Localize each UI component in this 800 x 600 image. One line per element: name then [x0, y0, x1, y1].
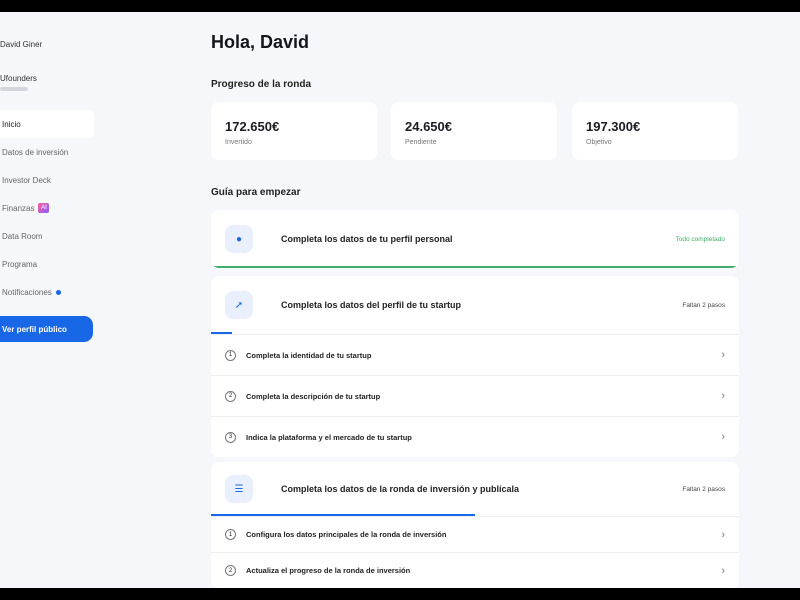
list-icon: ☰ — [225, 475, 253, 503]
stat-card-target: 197.300€ Objetivo — [572, 102, 738, 160]
app-screen: David Giner Ufounders Inicio Datos de in… — [0, 12, 800, 588]
sidebar-item-datos-inversion[interactable]: Datos de inversión — [0, 138, 94, 166]
step-label: Completa la identidad de tu startup — [246, 350, 372, 360]
chevron-right-icon: › — [721, 349, 725, 361]
sidebar-item-data-room[interactable]: Data Room — [0, 222, 94, 250]
card-title: Completa los datos de tu perfil personal — [281, 234, 453, 244]
card-status: Faltan 2 pasos — [682, 301, 725, 309]
chevron-right-icon: › — [721, 390, 725, 402]
step-row[interactable]: 2 Actualiza el progreso de la ronda de in… — [211, 552, 739, 588]
guide-card-round: ☰ Completa los datos de la ronda de inver… — [211, 462, 739, 588]
sidebar-item-label: Programa — [2, 259, 38, 269]
step-label: Configura los datos principales de la ro… — [246, 530, 447, 539]
sidebar-item-label: Investor Deck — [2, 175, 51, 185]
sidebar-item-label: Finanzas — [2, 203, 35, 213]
notification-dot-icon — [55, 289, 61, 295]
sidebar-nav: Inicio Datos de inversión Investor Deck … — [0, 110, 94, 306]
step-number: 1 — [225, 349, 236, 361]
chevron-right-icon: › — [721, 431, 725, 443]
stat-value: 197.300€ — [586, 119, 641, 134]
progress-title: Progreso de la ronda — [211, 79, 312, 90]
card-header[interactable]: ➚ Completa los datos del perfil de tu sta… — [211, 276, 739, 334]
step-row[interactable]: 2 Completa la descripción de tu startup › — [211, 375, 739, 416]
stat-label: Objetivo — [586, 139, 612, 146]
sidebar-item-programa[interactable]: Programa — [0, 250, 94, 278]
guide-title: Guía para empezar — [211, 187, 301, 198]
chevron-right-icon: › — [721, 564, 725, 577]
card-title: Completa los datos del perfil de tu star… — [281, 300, 462, 310]
step-number: 3 — [225, 431, 236, 443]
stat-card-pending: 24.650€ Pendiente — [391, 102, 557, 160]
stat-value: 24.650€ — [405, 119, 452, 134]
chevron-right-icon: › — [721, 528, 725, 541]
sidebar-item-finanzas[interactable]: Finanzas AI — [0, 194, 94, 222]
card-progress-bar — [211, 266, 739, 268]
ai-badge-icon: AI — [38, 203, 50, 213]
stat-value: 172.650€ — [225, 119, 280, 134]
step-label: Completa la descripción de tu startup — [246, 391, 381, 401]
sidebar-item-label: Data Room — [2, 231, 43, 241]
card-header[interactable]: ☰ Completa los datos de la ronda de inver… — [211, 462, 739, 516]
guide-card-startup: ➚ Completa los datos del perfil de tu sta… — [211, 276, 739, 457]
sidebar-item-inicio[interactable]: Inicio — [0, 110, 94, 138]
rocket-icon: ➚ — [225, 291, 253, 319]
user-name[interactable]: David Giner — [0, 40, 42, 49]
step-label: Actualiza el progreso de la ronda de inv… — [246, 566, 411, 575]
card-progress-bar — [211, 514, 475, 516]
org-subtitle — [0, 87, 28, 91]
stat-card-invested: 172.650€ Invertido — [211, 102, 377, 160]
step-number: 1 — [225, 529, 236, 540]
step-label: Indica la plataforma y el mercado de tu … — [246, 432, 412, 442]
sidebar: David Giner Ufounders Inicio Datos de in… — [0, 12, 200, 588]
card-status: Todo completado — [675, 235, 725, 243]
stat-label: Pendiente — [405, 139, 437, 146]
sidebar-item-label: Inicio — [2, 119, 21, 129]
step-row[interactable]: 1 Configura los datos principales de la r… — [211, 516, 739, 552]
sidebar-item-notificaciones[interactable]: Notificaciones — [0, 278, 94, 306]
sidebar-item-investor-deck[interactable]: Investor Deck — [0, 166, 94, 194]
card-status: Faltan 2 pasos — [682, 485, 725, 493]
step-number: 2 — [225, 390, 236, 402]
step-number: 2 — [225, 565, 236, 576]
guide-card-personal[interactable]: ● Completa los datos de tu perfil persona… — [211, 210, 739, 268]
org-name[interactable]: Ufounders — [0, 74, 37, 83]
sidebar-item-label: Notificaciones — [2, 287, 52, 297]
view-public-profile-button[interactable]: Ver perfil público — [0, 316, 93, 342]
stat-label: Invertido — [225, 139, 252, 146]
sidebar-item-label: Datos de inversión — [2, 147, 69, 157]
user-circle-icon: ● — [225, 225, 253, 253]
card-title: Completa los datos de la ronda de invers… — [281, 484, 520, 494]
step-row[interactable]: 1 Completa la identidad de tu startup › — [211, 334, 739, 375]
step-row[interactable]: 3 Indica la plataforma y el mercado de tu… — [211, 416, 739, 457]
card-progress-bar — [211, 332, 233, 334]
page-title: Hola, David — [211, 32, 310, 52]
